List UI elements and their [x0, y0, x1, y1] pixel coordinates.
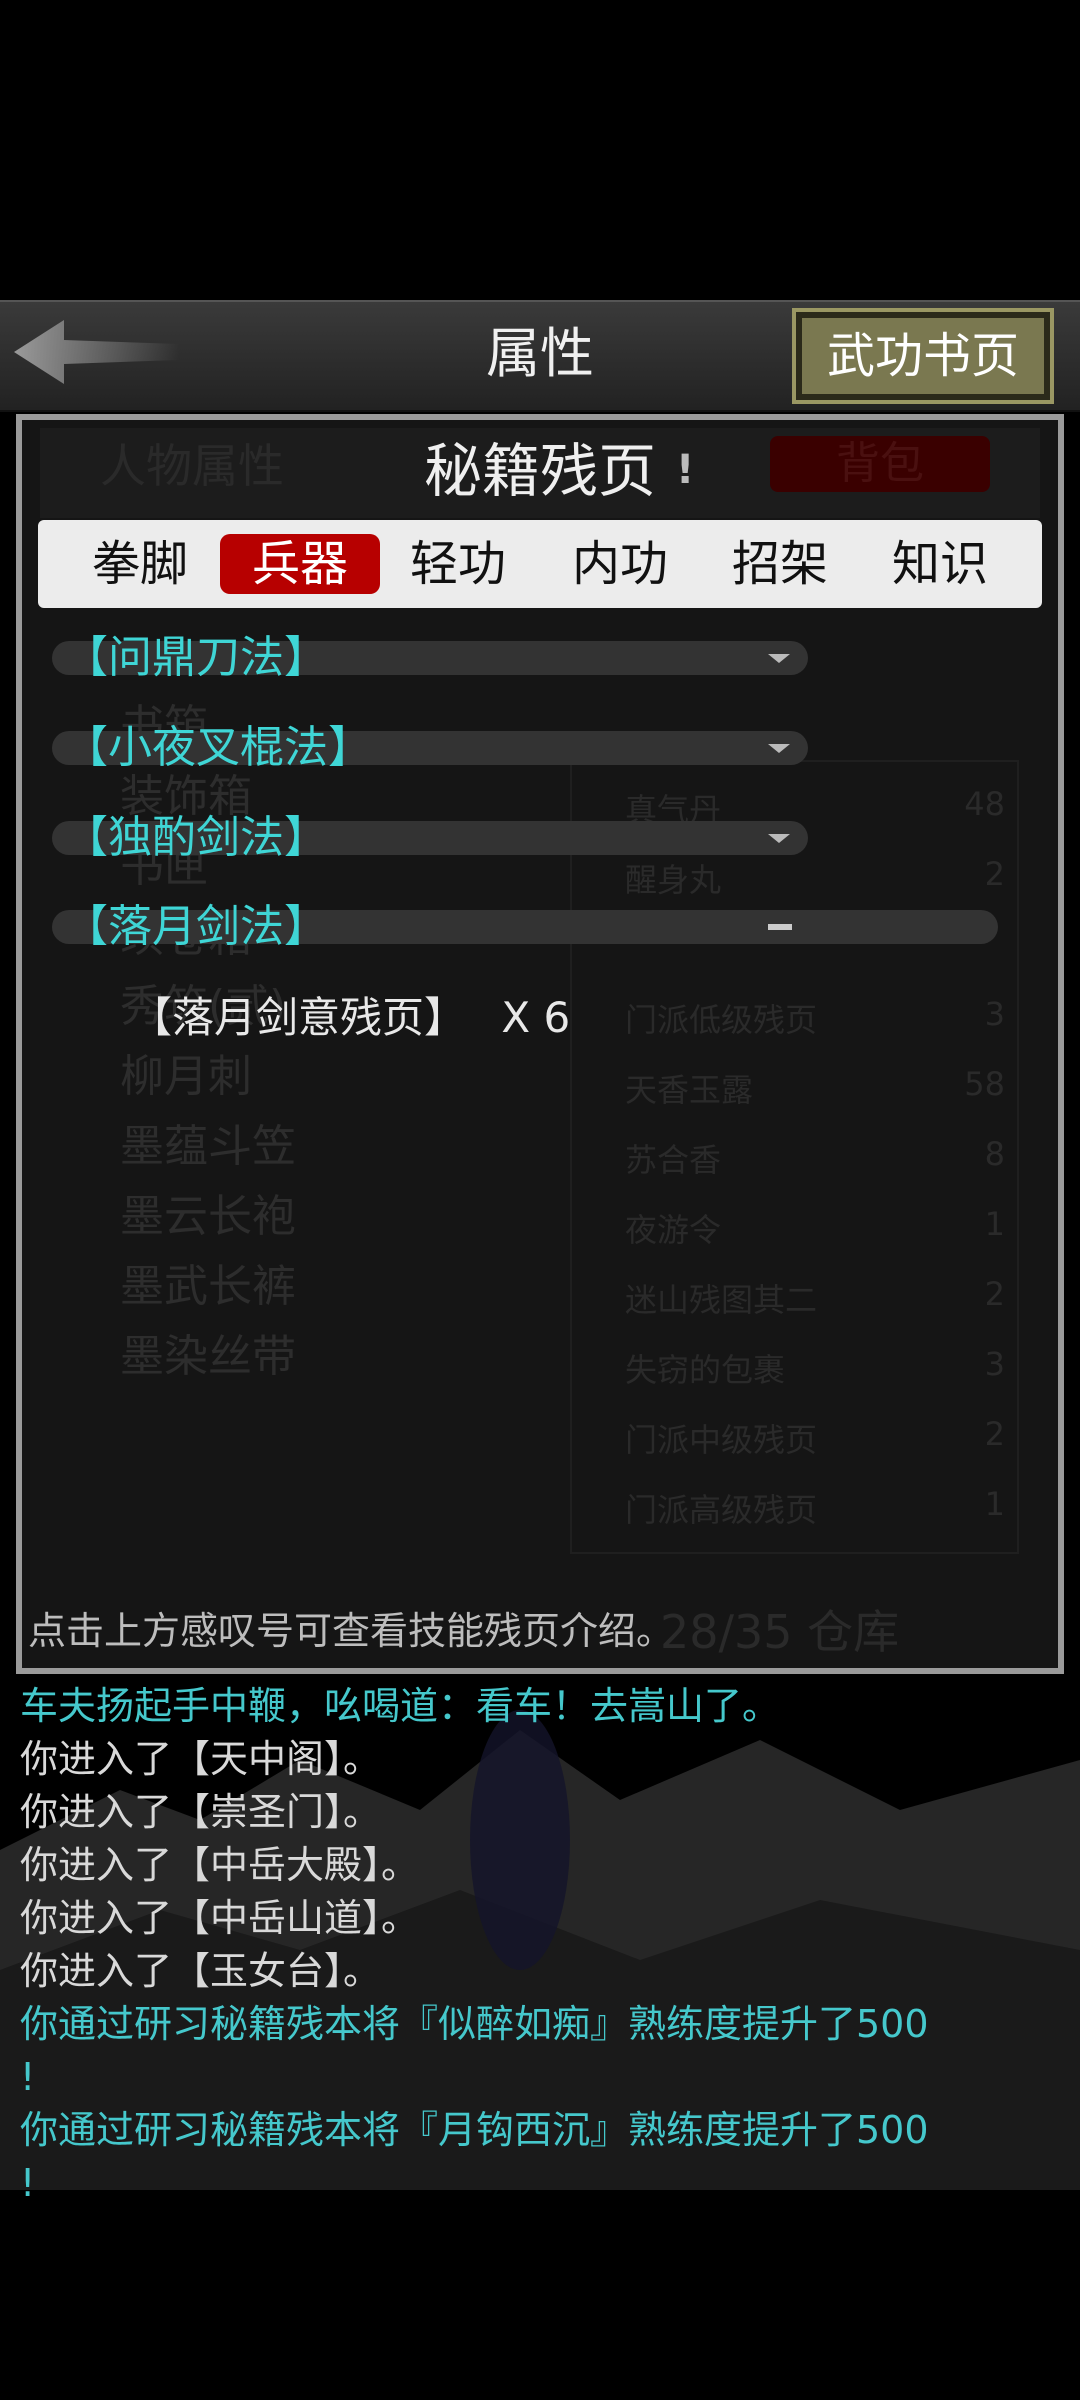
background-inventory-count: 28/35 仓库 — [660, 1605, 900, 1659]
list-item: 夜游令 1 — [625, 1205, 1005, 1249]
list-item: 柳月刺 — [120, 1051, 252, 1102]
category-label[interactable]: 【小夜叉棍法】 — [64, 718, 372, 778]
list-item: 墨云长袍 — [120, 1191, 296, 1242]
fragment-item[interactable]: 【落月剑意残页】 X 6 — [130, 988, 570, 1048]
tab-inner[interactable]: 内功 — [560, 534, 680, 594]
list-item: 墨武长裤 — [120, 1261, 296, 1312]
tab-lightness[interactable]: 轻功 — [398, 534, 518, 594]
tab-fist[interactable]: 拳脚 — [80, 534, 200, 594]
fragment-item-name: 【落月剑意残页】 — [130, 993, 467, 1042]
list-item: 墨染丝带 — [120, 1331, 296, 1382]
list-item: 天香玉露 58 — [625, 1065, 1005, 1109]
log-line: 你进入了【中岳大殿】。 — [20, 1843, 420, 1887]
log-line: 车夫扬起手中鞭，吆喝道：看车！去嵩山了。 — [20, 1684, 781, 1728]
chevron-down-icon[interactable] — [768, 654, 790, 663]
chevron-down-icon[interactable] — [768, 744, 790, 753]
category-label[interactable]: 【落月剑法】 — [64, 897, 328, 957]
list-item: 门派高级残页 1 — [625, 1485, 1005, 1529]
log-line: 你进入了【中岳山道】。 — [20, 1896, 420, 1940]
bag-button[interactable]: 背包 — [770, 436, 990, 492]
info-exclamation-icon[interactable]: ! — [676, 448, 702, 492]
list-item: 苏合香 8 — [625, 1135, 1005, 1179]
message-log: 车夫扬起手中鞭，吆喝道：看车！去嵩山了。 你进入了【天中阁】。 你进入了【崇圣门… — [20, 1680, 1060, 2210]
list-item: 醒身丸 2 — [625, 855, 1005, 899]
list-item: 门派低级残页 3 — [625, 995, 1005, 1039]
log-line: ! — [20, 2055, 36, 2099]
tab-knowledge[interactable]: 知识 — [880, 534, 1000, 594]
chevron-down-icon[interactable] — [768, 834, 790, 843]
tab-weapon[interactable]: 兵器 — [220, 534, 380, 594]
hint-text: 点击上方感叹号可查看技能残页介绍。 — [28, 1609, 675, 1653]
minus-icon[interactable] — [768, 924, 792, 930]
skill-page-button[interactable]: 武功书页 — [792, 308, 1054, 404]
category-label[interactable]: 【独酌剑法】 — [64, 808, 328, 868]
log-line: ! — [20, 2161, 36, 2205]
category-label[interactable]: 【问鼎刀法】 — [64, 628, 328, 688]
log-line: 你进入了【玉女台】。 — [20, 1949, 382, 1993]
list-item: 门派中级残页 2 — [625, 1415, 1005, 1459]
log-line: 你进入了【崇圣门】。 — [20, 1790, 382, 1834]
fragment-item-count: X 6 — [501, 993, 571, 1042]
log-line: 你通过研习秘籍残本将『似醉如痴』熟练度提升了500 — [20, 2002, 929, 2046]
log-line: 你通过研习秘籍残本将『月钩西沉』熟练度提升了500 — [20, 2108, 929, 2152]
list-item: 墨蕴斗笠 — [120, 1121, 296, 1172]
tab-parry[interactable]: 招架 — [720, 534, 840, 594]
log-line: 你进入了【天中阁】。 — [20, 1737, 382, 1781]
list-item: 迷山残图其二 2 — [625, 1275, 1005, 1319]
list-item: 失窃的包裹 3 — [625, 1345, 1005, 1389]
